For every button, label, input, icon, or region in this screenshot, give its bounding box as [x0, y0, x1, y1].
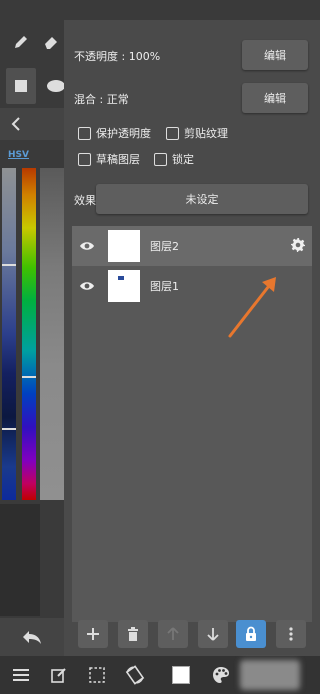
layer-name: 图层2	[150, 240, 179, 253]
left-spacer	[0, 504, 40, 616]
square-icon	[15, 80, 27, 92]
checkbox-box	[78, 126, 91, 140]
rotate-canvas-button[interactable]	[118, 656, 152, 694]
layer-thumbnail	[108, 270, 140, 302]
draft-layer-checkbox[interactable]: 草稿图层	[78, 151, 140, 167]
chevron-left-icon	[11, 117, 20, 131]
undo-button[interactable]	[0, 618, 64, 656]
checkbox-label: 剪贴纹理	[184, 127, 228, 140]
opacity-label: 不透明度 : 100%	[74, 50, 161, 63]
annotation-arrow	[228, 277, 276, 338]
opacity-edit-button[interactable]: 编辑	[242, 40, 308, 70]
bottom-toolbar	[0, 656, 320, 694]
move-layer-down-button[interactable]	[198, 620, 228, 648]
thumbnail-content	[118, 276, 124, 280]
menu-icon	[13, 669, 29, 681]
square-brush-button[interactable]	[6, 68, 36, 104]
move-layer-up-button[interactable]	[158, 620, 188, 648]
gear-icon	[291, 238, 305, 252]
visibility-toggle[interactable]	[72, 280, 102, 292]
delete-layer-button[interactable]	[118, 620, 148, 648]
checkbox-box	[78, 152, 91, 166]
blend-mode-label: 混合 : 正常	[74, 93, 129, 106]
checkbox-label: 草稿图层	[96, 153, 140, 166]
edit-icon	[51, 668, 66, 683]
eye-icon	[80, 242, 94, 250]
arrow-up-icon	[167, 627, 179, 640]
effect-select-button[interactable]: 未设定	[96, 184, 308, 214]
more-vertical-icon	[289, 627, 293, 641]
brush-tools-row	[0, 22, 64, 62]
palette-button[interactable]	[204, 656, 238, 694]
layer-panel: 不透明度 : 100% 编辑 混合 : 正常 编辑 保护透明度 剪贴纹理 草稿图…	[64, 20, 320, 656]
current-color-button[interactable]	[164, 656, 198, 694]
saturation-slider[interactable]	[40, 168, 64, 500]
plus-icon	[87, 628, 99, 640]
pencil-icon	[15, 36, 27, 48]
top-strip	[64, 0, 320, 20]
eye-icon	[80, 282, 94, 290]
lock-checkbox[interactable]: 锁定	[154, 151, 194, 167]
clipping-checkbox[interactable]: 剪贴纹理	[166, 125, 228, 141]
selection-icon	[89, 667, 105, 683]
pencil-button[interactable]	[6, 24, 36, 60]
color-mode-tab[interactable]: HSV	[8, 150, 29, 160]
value-slider-marker	[2, 428, 16, 430]
hue-slider[interactable]	[22, 168, 36, 500]
checkbox-label: 保护透明度	[96, 127, 151, 140]
layer-actions-bar	[72, 620, 312, 648]
more-options-button[interactable]	[276, 620, 306, 648]
checkbox-box	[166, 126, 179, 140]
layer-thumbnail	[108, 230, 140, 262]
color-swatch-icon	[172, 666, 190, 684]
trash-icon	[128, 627, 138, 641]
blend-edit-button[interactable]: 编辑	[242, 83, 308, 113]
selection-button[interactable]	[80, 656, 114, 694]
lock-icon	[246, 626, 256, 641]
collapse-button[interactable]	[0, 108, 64, 140]
ellipse-icon	[47, 80, 64, 92]
left-tool-strip: HSV	[0, 0, 64, 656]
layer-item[interactable]: 图层2	[72, 226, 312, 266]
eraser-icon	[45, 37, 57, 49]
menu-button[interactable]	[4, 656, 38, 694]
effect-label: 效果	[74, 194, 96, 207]
add-layer-button[interactable]	[78, 620, 108, 648]
checkbox-label: 锁定	[172, 153, 194, 166]
value-slider[interactable]	[2, 168, 16, 500]
lock-layer-button[interactable]	[236, 620, 266, 648]
checkbox-box	[154, 152, 167, 166]
value-slider-handle[interactable]	[2, 264, 16, 266]
protect-alpha-checkbox[interactable]: 保护透明度	[78, 125, 151, 141]
eraser-button[interactable]	[36, 24, 66, 60]
palette-icon	[213, 667, 229, 683]
arrow-down-icon	[207, 628, 219, 641]
blurred-region	[240, 660, 300, 690]
undo-icon	[23, 631, 41, 644]
layer-name: 图层1	[150, 280, 179, 293]
edit-button[interactable]	[42, 656, 76, 694]
hue-slider-handle[interactable]	[22, 376, 36, 378]
shape-tools-row	[0, 66, 64, 106]
rotate-icon	[125, 665, 145, 685]
layer-settings-button[interactable]	[290, 237, 306, 256]
visibility-toggle[interactable]	[72, 240, 102, 252]
